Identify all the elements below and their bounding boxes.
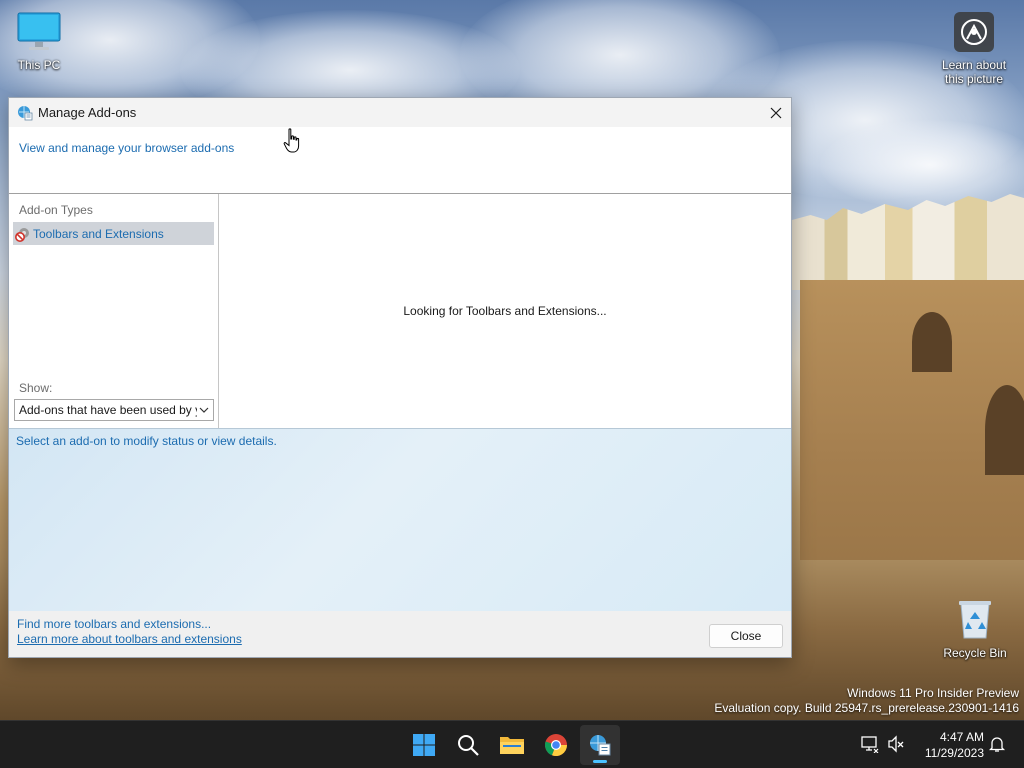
- search-button[interactable]: [448, 725, 488, 765]
- footer-links: Find more toolbars and extensions... Lea…: [17, 617, 242, 647]
- network-icon[interactable]: [861, 735, 879, 753]
- watermark-line: Evaluation copy. Build 25947.rs_prerelea…: [714, 701, 1019, 715]
- addon-types-heading: Add-on Types: [19, 203, 93, 217]
- file-explorer-icon: [500, 737, 524, 754]
- volume-muted-icon[interactable]: [887, 735, 905, 753]
- manage-addons-dialog: Manage Add-ons View and manage your brow…: [8, 97, 792, 658]
- dialog-subheader: View and manage your browser add-ons: [9, 127, 791, 194]
- addon-type-label: Toolbars and Extensions: [33, 226, 164, 241]
- dialog-footer: Find more toolbars and extensions... Lea…: [9, 611, 791, 657]
- manage-addons-icon: [18, 105, 33, 120]
- details-hint: Select an add-on to modify status or vie…: [16, 434, 277, 448]
- file-explorer-button[interactable]: [492, 725, 532, 765]
- manage-addons-taskbar-button[interactable]: [580, 725, 620, 765]
- manage-addons-icon: [590, 735, 611, 756]
- dialog-main: Add-on Types Toolbars and Extensions Sho…: [9, 194, 791, 428]
- os-watermark: Windows 11 Pro Insider Preview Evaluatio…: [714, 686, 1019, 716]
- title-bar[interactable]: Manage Add-ons: [9, 98, 791, 127]
- watermark-line: Windows 11 Pro Insider Preview: [847, 686, 1019, 700]
- dialog-title: Manage Add-ons: [38, 105, 137, 120]
- camera-info-icon: [954, 12, 994, 52]
- hand-cursor-icon: [283, 128, 300, 153]
- recycle-bin-icon: [959, 601, 991, 639]
- close-button[interactable]: Close: [709, 624, 783, 648]
- learn-more-link[interactable]: Learn more about toolbars and extensions: [17, 632, 242, 647]
- loading-status-message: Looking for Toolbars and Extensions...: [403, 304, 607, 318]
- show-filter-value: Add-ons that have been used by your brow…: [19, 403, 197, 417]
- clock-time: 4:47 AM: [939, 730, 984, 744]
- show-label: Show:: [19, 381, 53, 395]
- desktop-icon-this-pc[interactable]: This PC: [1, 12, 77, 72]
- gear-blocked-icon: [15, 227, 29, 242]
- addons-list-area[interactable]: Looking for Toolbars and Extensions...: [219, 194, 791, 428]
- desktop-icon-learn-about-picture[interactable]: Learn about this picture: [936, 12, 1012, 86]
- taskbar: 4:47 AM 11/29/2023: [0, 720, 1024, 768]
- addon-types-sidebar: Add-on Types Toolbars and Extensions Sho…: [9, 194, 219, 428]
- desktop-icon-label: This PC: [17, 58, 61, 72]
- view-manage-addons-link[interactable]: View and manage your browser add-ons: [19, 141, 234, 155]
- show-filter-select[interactable]: Add-ons that have been used by your brow…: [14, 399, 214, 421]
- desktop-icon-label: this picture: [944, 72, 1004, 86]
- monitor-icon: [17, 12, 61, 50]
- desktop-icon-label: Recycle Bin: [943, 646, 1007, 660]
- details-pane: Select an add-on to modify status or vie…: [9, 428, 791, 611]
- chevron-down-icon: [199, 407, 209, 413]
- clock-date: 11/29/2023: [924, 746, 984, 760]
- addon-type-toolbars-extensions[interactable]: Toolbars and Extensions: [13, 222, 214, 245]
- search-icon: [458, 735, 479, 756]
- start-button[interactable]: [404, 725, 444, 765]
- close-window-button[interactable]: [761, 98, 791, 127]
- desktop-icon-recycle-bin[interactable]: Recycle Bin: [937, 598, 1013, 660]
- notification-bell-icon[interactable]: [988, 735, 1006, 753]
- find-more-link[interactable]: Find more toolbars and extensions...: [17, 617, 242, 632]
- system-clock[interactable]: 4:47 AM 11/29/2023: [914, 729, 984, 761]
- start-icon: [413, 734, 435, 756]
- chrome-icon: [545, 734, 568, 757]
- close-icon: [770, 107, 782, 118]
- chrome-button[interactable]: [536, 725, 576, 765]
- desktop-icon-label: Learn about: [941, 58, 1007, 72]
